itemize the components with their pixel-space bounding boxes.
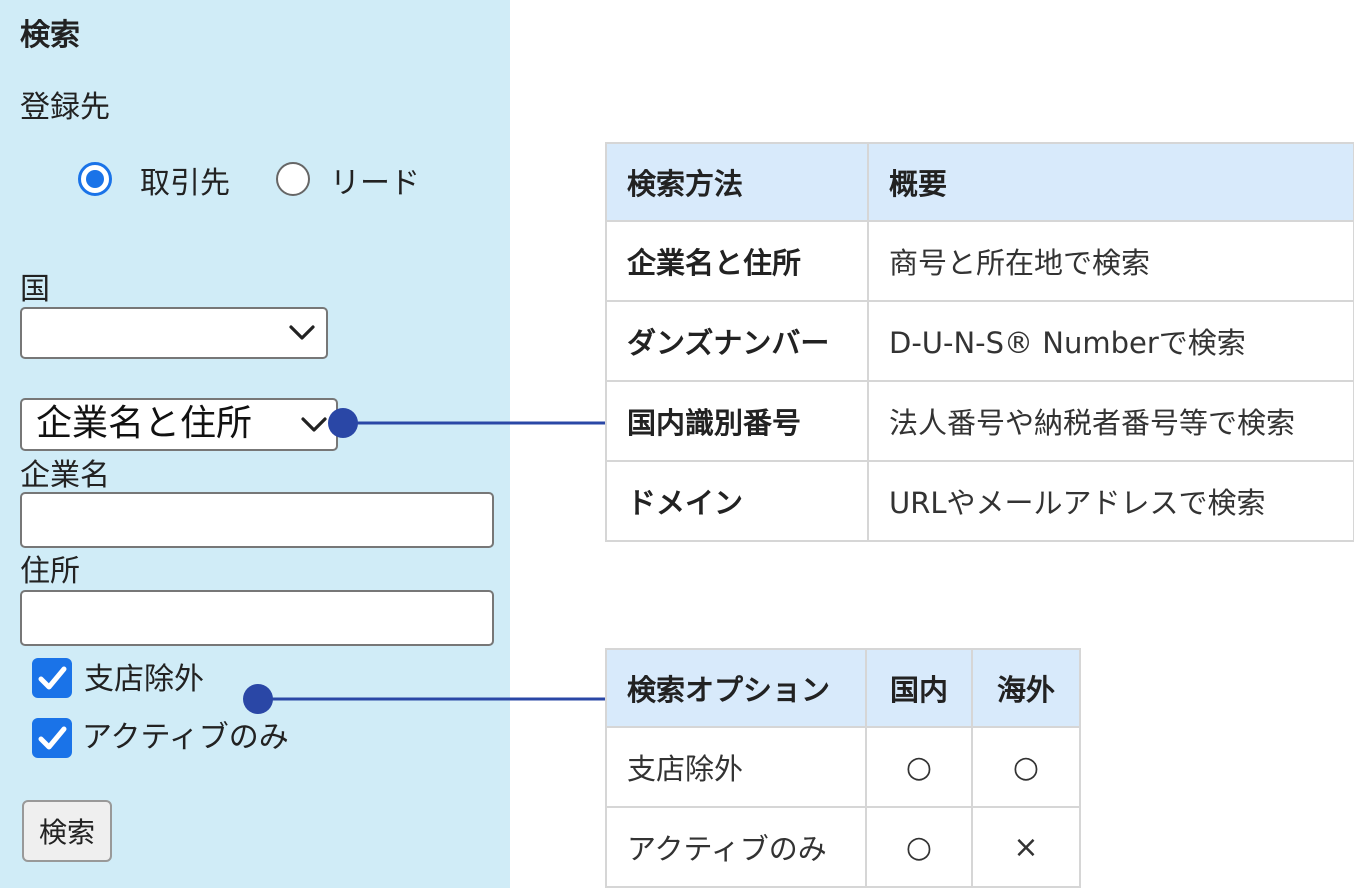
domestic-mark: ○	[865, 806, 973, 888]
table-row: 支店除外 ○ ○	[605, 726, 1081, 808]
table-row: ダンズナンバー D-U-N-S® Numberで検索	[605, 300, 1354, 382]
search-method-table: 検索方法 概要 企業名と住所 商号と所在地で検索 ダンズナンバー D-U-N-S…	[605, 142, 1354, 542]
domestic-mark: ○	[865, 726, 973, 808]
header-search-option: 検索オプション	[605, 648, 867, 728]
method-description: D-U-N-S® Numberで検索	[867, 300, 1354, 382]
table-row: 企業名と住所 商号と所在地で検索	[605, 220, 1354, 302]
header-domestic: 国内	[865, 648, 973, 728]
table-header-row: 検索方法 概要	[605, 142, 1354, 222]
header-search-method: 検索方法	[605, 142, 869, 222]
method-description: URLやメールアドレスで検索	[867, 460, 1354, 542]
option-name: アクティブのみ	[605, 806, 867, 888]
header-overseas: 海外	[971, 648, 1081, 728]
method-name: 企業名と住所	[605, 220, 869, 302]
table-row: ドメイン URLやメールアドレスで検索	[605, 460, 1354, 542]
overseas-mark: ○	[971, 726, 1081, 808]
search-option-table: 検索オプション 国内 海外 支店除外 ○ ○ アクティブのみ ○ ×	[605, 648, 1081, 888]
option-connector	[243, 684, 606, 714]
method-description: 法人番号や納税者番号等で検索	[867, 380, 1354, 462]
overseas-mark: ×	[971, 806, 1081, 888]
method-name: 国内識別番号	[605, 380, 869, 462]
table-header-row: 検索オプション 国内 海外	[605, 648, 1081, 728]
table-row: 国内識別番号 法人番号や納税者番号等で検索	[605, 380, 1354, 462]
option-name: 支店除外	[605, 726, 867, 808]
method-description: 商号と所在地で検索	[867, 220, 1354, 302]
header-overview: 概要	[867, 142, 1354, 222]
method-name: ダンズナンバー	[605, 300, 869, 382]
method-connector	[328, 408, 606, 438]
method-name: ドメイン	[605, 460, 869, 542]
table-row: アクティブのみ ○ ×	[605, 806, 1081, 888]
